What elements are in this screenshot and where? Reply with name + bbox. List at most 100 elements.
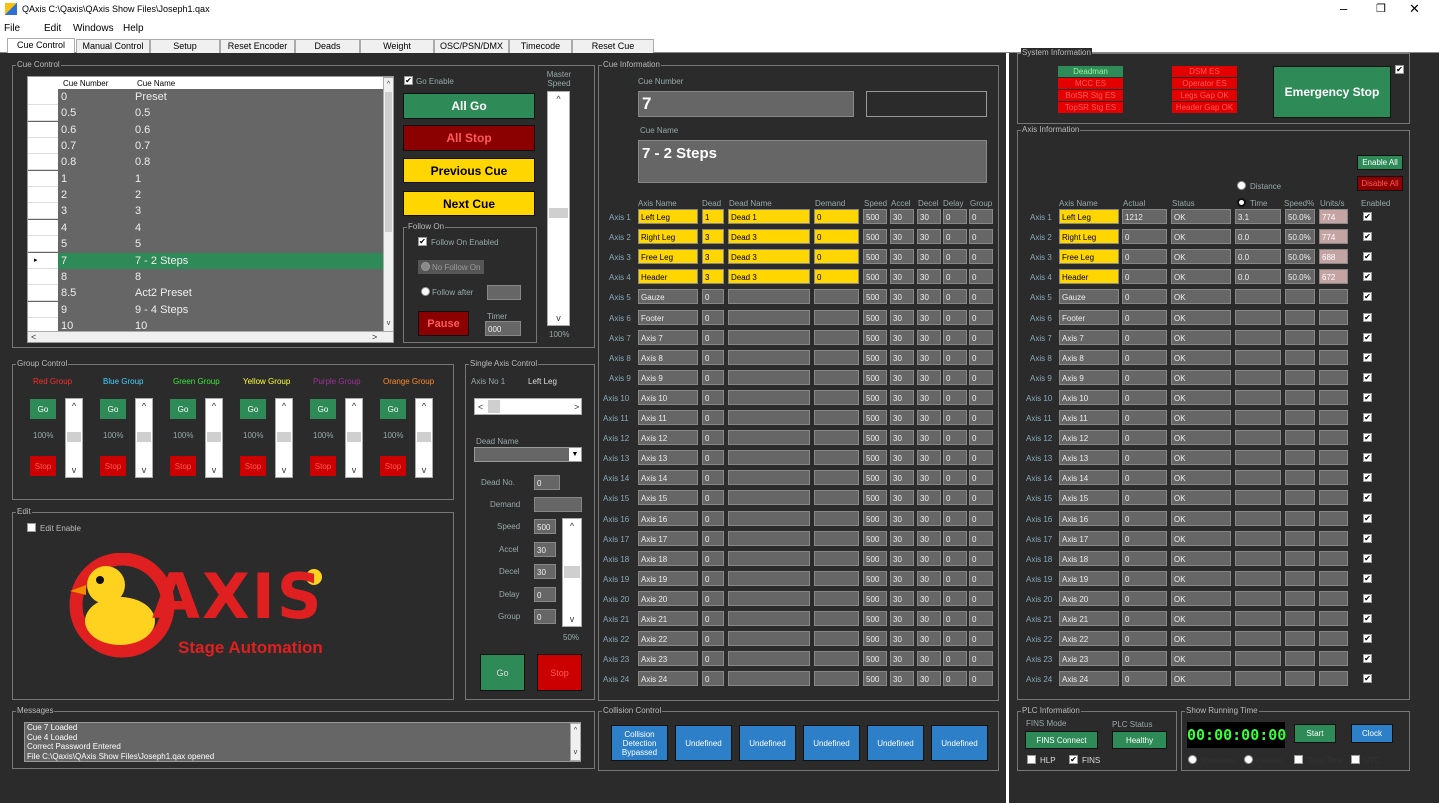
cue-demand[interactable] bbox=[814, 510, 859, 526]
cue-decel[interactable]: 30 bbox=[917, 209, 941, 224]
row-header[interactable] bbox=[28, 219, 58, 236]
collision-button-3[interactable]: Undefined bbox=[739, 725, 796, 761]
single-axis-accel-input[interactable]: 30 bbox=[534, 542, 556, 557]
cue-dead[interactable]: 0 bbox=[702, 450, 724, 466]
cue-speed[interactable]: 500 bbox=[863, 530, 887, 546]
all-go-button[interactable]: All Go bbox=[403, 93, 535, 119]
cue-decel[interactable]: 30 bbox=[917, 611, 941, 626]
cue-number-header[interactable]: Cue Number bbox=[63, 79, 108, 88]
cue-demand[interactable] bbox=[814, 651, 859, 667]
cue-dead[interactable]: 3 bbox=[702, 229, 724, 245]
cue-dead-name[interactable]: Dead 1 bbox=[728, 209, 810, 224]
cue-demand[interactable] bbox=[814, 450, 859, 466]
scroll-right-icon[interactable]: > bbox=[372, 332, 377, 342]
cue-group[interactable]: 0 bbox=[969, 349, 993, 365]
cue-list-vscroll[interactable]: ^ v bbox=[383, 77, 393, 332]
cue-group[interactable]: 0 bbox=[969, 550, 993, 566]
axis-enabled-checkbox[interactable]: ✔ bbox=[1363, 232, 1372, 242]
tab-timecode[interactable]: Timecode bbox=[509, 39, 572, 53]
axis-hscroll[interactable]: < > bbox=[474, 398, 582, 415]
tab-cue-control[interactable]: Cue Control bbox=[7, 38, 75, 53]
cue-accel[interactable]: 30 bbox=[890, 590, 914, 606]
no-follow-on-radio[interactable] bbox=[421, 262, 430, 271]
cue-dead-name[interactable] bbox=[728, 430, 810, 446]
cue-dead-name[interactable] bbox=[728, 309, 810, 325]
cue-accel[interactable]: 30 bbox=[890, 530, 914, 546]
cue-dead[interactable]: 0 bbox=[702, 510, 724, 526]
axis-enabled-checkbox[interactable]: ✔ bbox=[1363, 413, 1372, 422]
cue-group[interactable]: 0 bbox=[969, 309, 993, 325]
disable-all-button[interactable]: Disable All bbox=[1357, 176, 1403, 191]
cue-decel[interactable]: 30 bbox=[917, 289, 941, 305]
cue-group[interactable]: 0 bbox=[969, 369, 993, 385]
axis-enabled-checkbox[interactable]: ✔ bbox=[1363, 433, 1372, 443]
cue-row[interactable]: 22 bbox=[28, 187, 383, 204]
cue-speed[interactable]: 500 bbox=[863, 550, 887, 566]
follow-after-input[interactable] bbox=[487, 285, 521, 300]
tab-setup[interactable]: Setup bbox=[150, 39, 220, 53]
cue-delay[interactable]: 0 bbox=[943, 611, 967, 626]
scroll-down-icon[interactable]: v bbox=[384, 317, 393, 331]
cue-dead[interactable]: 1 bbox=[702, 209, 724, 224]
cue-dead[interactable]: 0 bbox=[702, 470, 724, 486]
cue-dead[interactable]: 0 bbox=[702, 309, 724, 325]
scroll-left-icon[interactable]: < bbox=[31, 332, 36, 342]
scroll-up-icon[interactable]: ^ bbox=[571, 724, 580, 738]
menu-edit[interactable]: Edit bbox=[44, 23, 61, 34]
cue-accel[interactable]: 30 bbox=[890, 631, 914, 647]
cue-delay[interactable]: 0 bbox=[943, 430, 967, 446]
group-stop-button[interactable]: Stop bbox=[100, 456, 126, 476]
timer-input[interactable]: 000 bbox=[485, 321, 521, 336]
cue-decel[interactable]: 30 bbox=[917, 631, 941, 647]
cue-delay[interactable]: 0 bbox=[943, 651, 967, 667]
cue-decel[interactable]: 30 bbox=[917, 389, 941, 405]
cue-group[interactable]: 0 bbox=[969, 410, 993, 425]
edit-enable-checkbox[interactable] bbox=[27, 523, 36, 532]
distance-radio[interactable] bbox=[1237, 181, 1246, 190]
cue-dead[interactable]: 0 bbox=[702, 410, 724, 425]
cue-speed[interactable]: 500 bbox=[863, 470, 887, 486]
hlp-checkbox[interactable] bbox=[1027, 755, 1036, 764]
follow-after-radio[interactable] bbox=[421, 287, 430, 296]
cue-dead[interactable]: 3 bbox=[702, 249, 724, 265]
close-icon[interactable]: ✕ bbox=[1409, 1, 1420, 17]
cue-decel[interactable]: 30 bbox=[917, 329, 941, 345]
group-go-button[interactable]: Go bbox=[100, 399, 126, 419]
axis-enabled-checkbox[interactable]: ✔ bbox=[1363, 593, 1372, 603]
axis-enabled-checkbox[interactable]: ✔ bbox=[1363, 553, 1372, 563]
row-header[interactable] bbox=[28, 203, 58, 220]
row-header[interactable] bbox=[28, 187, 58, 204]
cue-accel[interactable]: 30 bbox=[890, 349, 914, 365]
cue-demand[interactable] bbox=[814, 410, 859, 425]
cue-delay[interactable]: 0 bbox=[943, 309, 967, 325]
cue-dead-name[interactable] bbox=[728, 369, 810, 385]
cue-speed[interactable]: 500 bbox=[863, 209, 887, 224]
cue-demand[interactable] bbox=[814, 430, 859, 446]
group-speed-thumb[interactable] bbox=[67, 432, 81, 442]
cue-accel[interactable]: 30 bbox=[890, 410, 914, 425]
cue-dead[interactable]: 0 bbox=[702, 611, 724, 626]
cue-delay[interactable]: 0 bbox=[943, 590, 967, 606]
cue-dead-name[interactable]: Dead 3 bbox=[728, 269, 810, 285]
group-stop-button[interactable]: Stop bbox=[30, 456, 56, 476]
cue-decel[interactable]: 30 bbox=[917, 671, 941, 687]
group-speed-thumb[interactable] bbox=[137, 432, 151, 442]
collision-button-4[interactable]: Undefined bbox=[803, 725, 860, 761]
cue-demand[interactable] bbox=[814, 631, 859, 647]
cue-demand[interactable]: 0 bbox=[814, 229, 859, 245]
cue-dead-name[interactable] bbox=[728, 450, 810, 466]
row-header[interactable] bbox=[28, 317, 58, 332]
axis-enabled-checkbox[interactable]: ✔ bbox=[1363, 392, 1372, 402]
axis-enabled-checkbox[interactable]: ✔ bbox=[1363, 513, 1372, 523]
fins-connect-button[interactable]: FINS Connect bbox=[1025, 731, 1098, 749]
cue-group[interactable]: 0 bbox=[969, 229, 993, 245]
axis-enabled-checkbox[interactable]: ✔ bbox=[1363, 674, 1372, 684]
cue-dead-name[interactable] bbox=[728, 490, 810, 506]
cue-speed[interactable]: 500 bbox=[863, 309, 887, 325]
cue-group[interactable]: 0 bbox=[969, 530, 993, 546]
cue-demand[interactable] bbox=[814, 490, 859, 506]
cue-speed[interactable]: 500 bbox=[863, 369, 887, 385]
cue-delay[interactable]: 0 bbox=[943, 269, 967, 285]
cue-dead[interactable]: 0 bbox=[702, 550, 724, 566]
cue-row[interactable]: 9 9 - 4 Steps bbox=[28, 301, 383, 318]
